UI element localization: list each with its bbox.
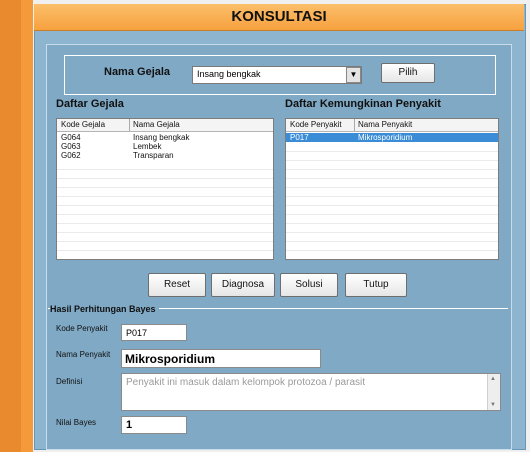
daftar-penyakit-list[interactable]: Kode Penyakit Nama Penyakit P017 Mikrosp… xyxy=(285,118,499,260)
grid-line xyxy=(286,151,498,152)
grid-line xyxy=(286,196,498,197)
list-cell: Lembek xyxy=(133,142,162,151)
daftar-penyakit-label: Daftar Kemungkinan Penyakit xyxy=(285,98,441,110)
grid-line xyxy=(57,241,273,242)
list-cell: G062 xyxy=(61,151,81,160)
definisi-label: Definisi xyxy=(56,377,83,386)
nama-penyakit-label: Nama Penyakit xyxy=(56,350,111,359)
grid-line xyxy=(286,178,498,179)
tutup-button[interactable]: Tutup xyxy=(345,273,407,297)
definisi-value: Penyakit ini masuk dalam kelompok protoz… xyxy=(126,377,366,388)
list-cell: Transparan xyxy=(133,151,174,160)
grid-line xyxy=(286,205,498,206)
nama-penyakit-field[interactable]: Mikrosporidium xyxy=(121,349,321,368)
grid-line xyxy=(57,214,273,215)
nama-penyakit-value: Mikrosporidium xyxy=(125,352,216,366)
page-title: KONSULTASI xyxy=(231,8,327,25)
list-cell: P017 xyxy=(290,133,309,142)
nama-gejala-label: Nama Gejala xyxy=(104,66,171,78)
list-item-selected[interactable]: P017 Mikrosporidium xyxy=(286,133,498,142)
daftar-gejala-list[interactable]: Kode Gejala Nama Gejala G064 Insang beng… xyxy=(56,118,274,260)
daftar-gejala-header: Kode Gejala Nama Gejala xyxy=(57,119,273,132)
nilai-bayes-value: 1 xyxy=(126,419,133,431)
dropdown-arrow-icon[interactable]: ▼ xyxy=(346,67,361,83)
solusi-button[interactable]: Solusi xyxy=(280,273,338,297)
grid-line xyxy=(57,169,273,170)
list-item[interactable]: G062 Transparan xyxy=(57,151,273,160)
column-divider[interactable] xyxy=(354,119,355,131)
nama-gejala-combobox[interactable]: Insang bengkak ▼ xyxy=(192,66,362,84)
scroll-down-icon[interactable]: ▼ xyxy=(490,402,496,408)
title-bar: KONSULTASI xyxy=(34,4,524,31)
definisi-field[interactable]: Penyakit ini masuk dalam kelompok protoz… xyxy=(121,373,501,411)
grid-line xyxy=(57,232,273,233)
grid-line xyxy=(286,241,498,242)
kode-penyakit-label: Kode Penyakit xyxy=(56,324,108,333)
grid-line xyxy=(57,205,273,206)
nilai-bayes-field[interactable]: 1 xyxy=(121,416,187,434)
diagnosa-button[interactable]: Diagnosa xyxy=(211,273,275,297)
kode-penyakit-field[interactable]: P017 xyxy=(121,324,187,341)
nilai-bayes-label: Nilai Bayes xyxy=(56,418,97,427)
daftar-penyakit-header: Kode Penyakit Nama Penyakit xyxy=(286,119,498,132)
grid-line xyxy=(286,232,498,233)
list-cell: Insang bengkak xyxy=(133,133,190,142)
pilih-button[interactable]: Pilih xyxy=(381,63,435,83)
list-cell: G063 xyxy=(61,142,81,151)
grid-line xyxy=(57,250,273,251)
combobox-value: Insang bengkak xyxy=(197,69,261,79)
reset-button[interactable]: Reset xyxy=(148,273,206,297)
list-item[interactable]: G064 Insang bengkak xyxy=(57,133,273,142)
hasil-title: Hasil Perhitungan Bayes xyxy=(50,304,159,314)
grid-line xyxy=(57,187,273,188)
grid-line xyxy=(286,187,498,188)
grid-line xyxy=(286,160,498,161)
kode-penyakit-value: P017 xyxy=(126,328,148,338)
column-divider[interactable] xyxy=(129,119,130,131)
daftar-gejala-label: Daftar Gejala xyxy=(56,98,124,110)
grid-line xyxy=(286,250,498,251)
grid-line xyxy=(57,196,273,197)
grid-line xyxy=(286,169,498,170)
grid-line xyxy=(286,214,498,215)
list-cell: Mikrosporidium xyxy=(358,133,413,142)
list-item[interactable]: G063 Lembek xyxy=(57,142,273,151)
list-cell: G064 xyxy=(61,133,81,142)
definisi-scrollbar[interactable]: ▲ ▼ xyxy=(487,374,500,410)
column-header[interactable]: Kode Penyakit xyxy=(290,120,342,129)
scroll-up-icon[interactable]: ▲ xyxy=(490,376,496,382)
left-orange-bar xyxy=(0,0,21,452)
column-header[interactable]: Nama Gejala xyxy=(133,120,180,129)
column-header[interactable]: Kode Gejala xyxy=(61,120,105,129)
grid-line xyxy=(286,223,498,224)
grid-line xyxy=(57,223,273,224)
column-header[interactable]: Nama Penyakit xyxy=(358,120,412,129)
grid-line xyxy=(57,178,273,179)
